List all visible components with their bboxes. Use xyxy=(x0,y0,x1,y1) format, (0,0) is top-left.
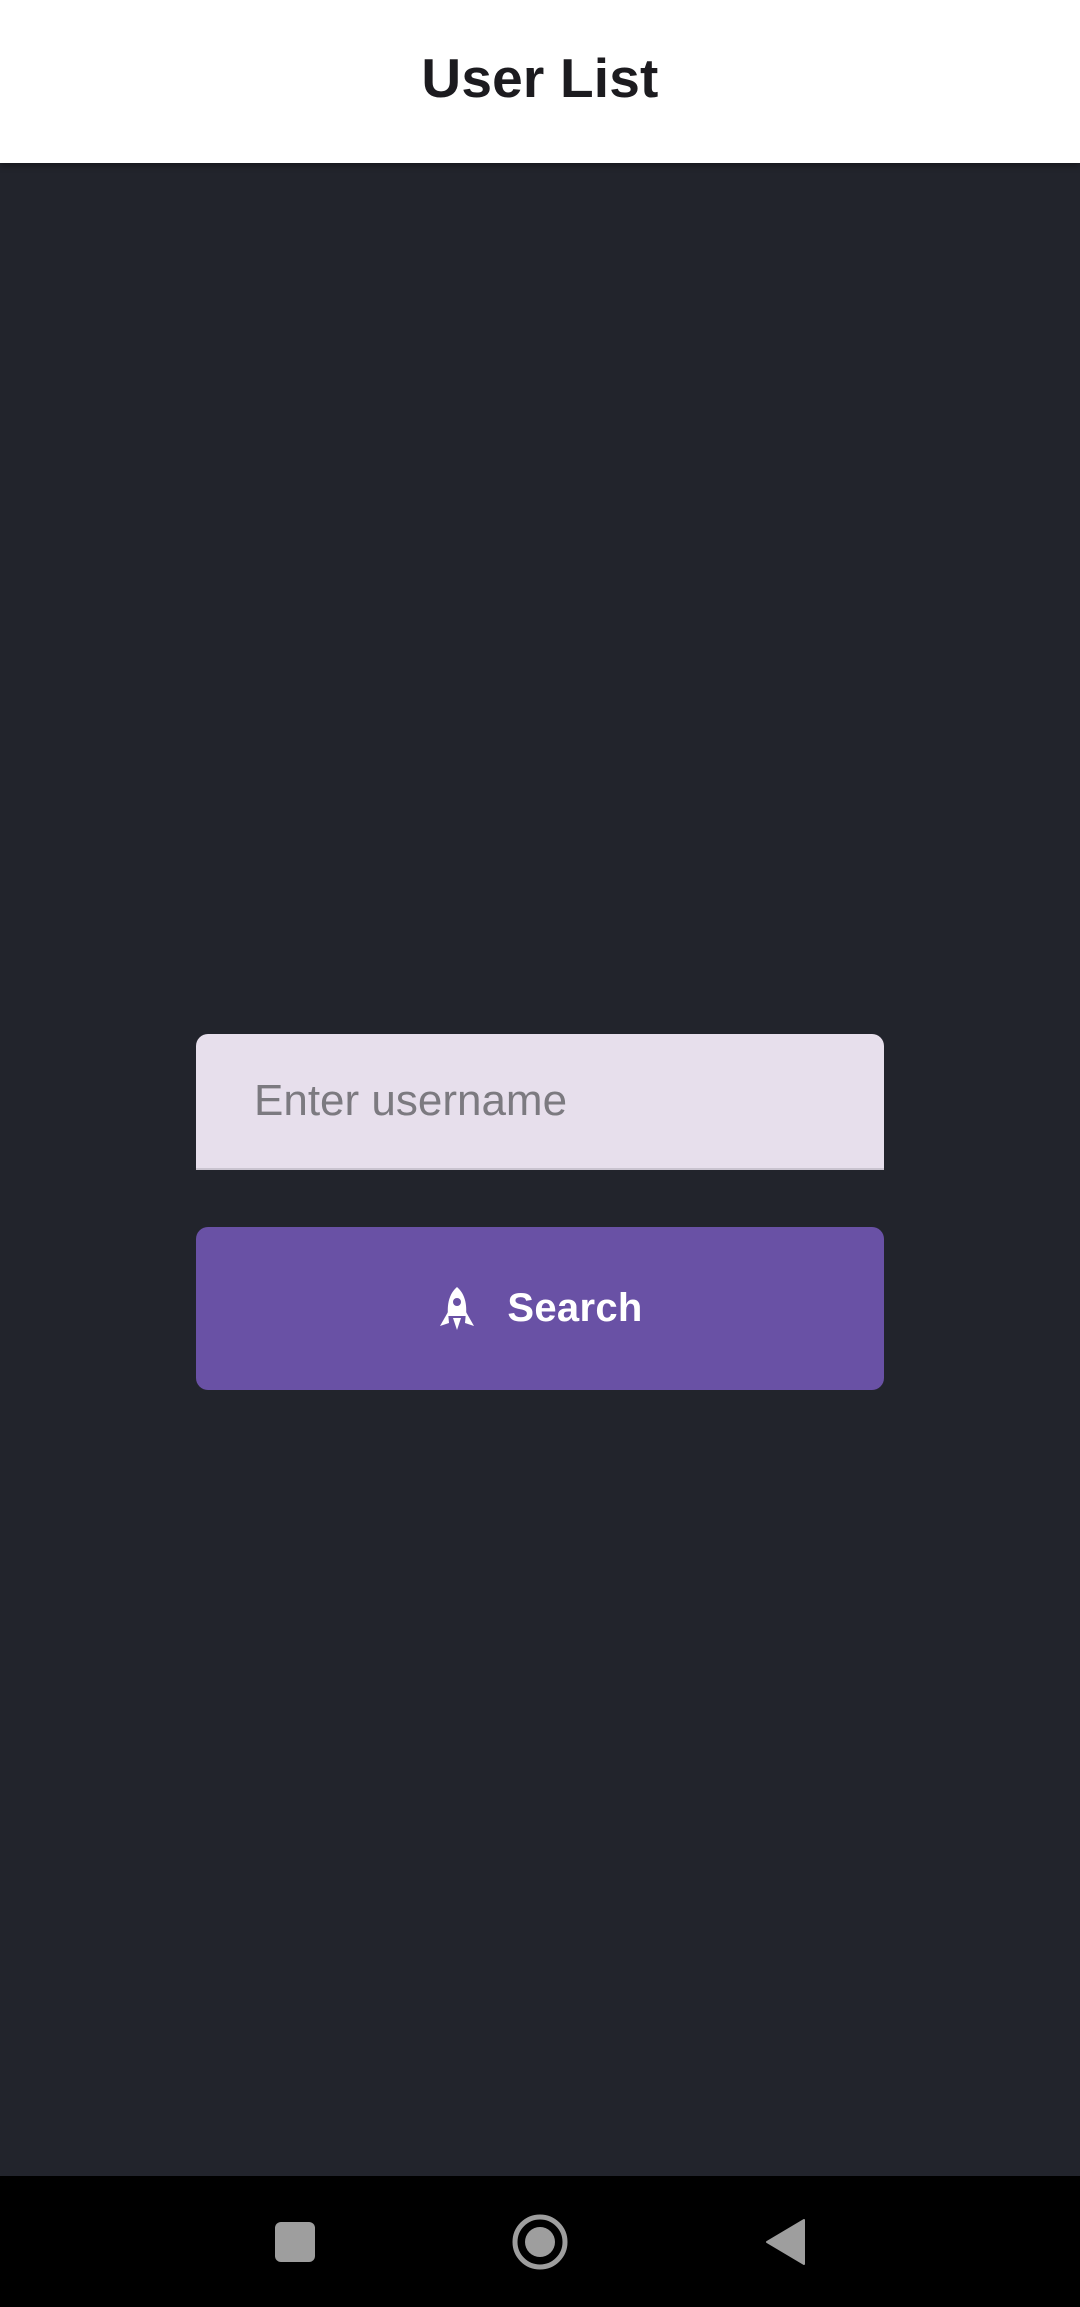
system-nav-bar xyxy=(0,2176,1080,2307)
recents-button[interactable] xyxy=(235,2176,355,2307)
page-title: User List xyxy=(421,46,659,109)
home-button[interactable] xyxy=(480,2176,600,2307)
search-button[interactable]: Search xyxy=(196,1227,884,1390)
app-bar: User List xyxy=(0,0,1080,163)
rocket-icon xyxy=(440,1286,475,1330)
screen: User List Search xyxy=(0,0,1080,2307)
circle-icon xyxy=(512,2214,568,2269)
username-field[interactable] xyxy=(196,1034,884,1170)
triangle-back-icon xyxy=(766,2218,805,2265)
search-button-label: Search xyxy=(507,1286,643,1330)
username-input[interactable] xyxy=(196,1034,884,1168)
back-button[interactable] xyxy=(725,2176,845,2307)
square-icon xyxy=(275,2221,315,2262)
